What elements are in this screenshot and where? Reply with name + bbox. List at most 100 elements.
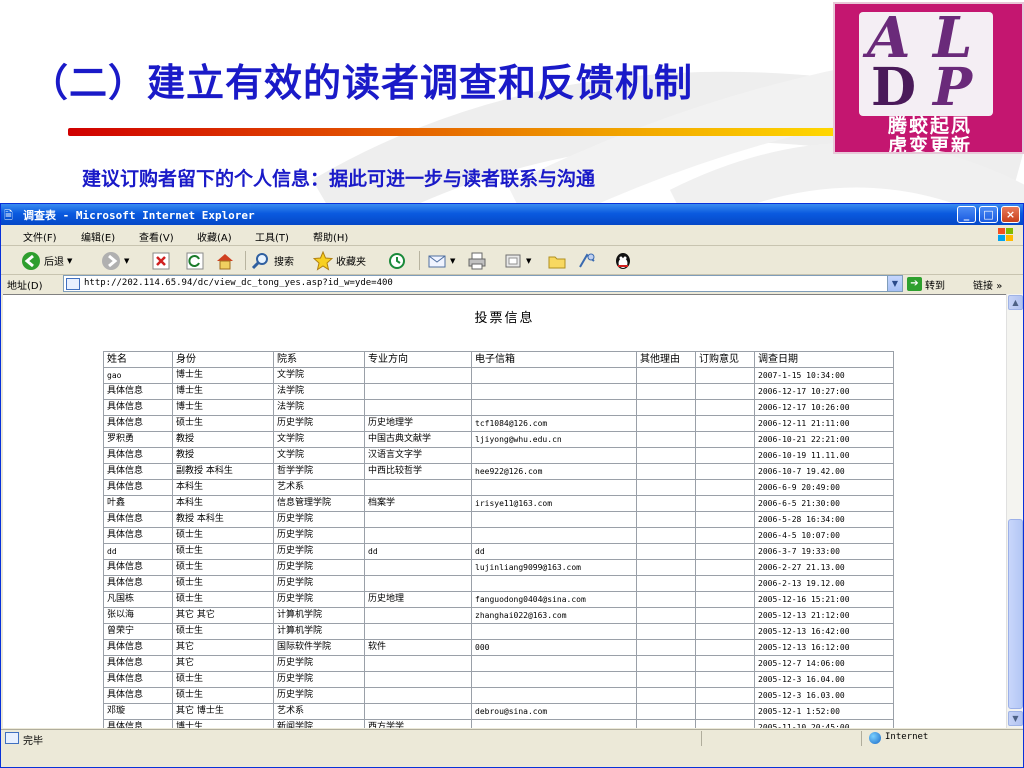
table-cell: 汉语言文字学 [365, 448, 471, 463]
table-cell [696, 720, 754, 728]
menu-tools[interactable]: 工具(T) [255, 229, 289, 244]
search-button[interactable]: 搜索 [251, 250, 294, 271]
table-cell [696, 400, 754, 415]
table-cell [472, 528, 636, 543]
column-header: 院系 [274, 352, 364, 367]
history-button[interactable] [387, 250, 407, 271]
folder-button[interactable] [547, 250, 567, 271]
go-arrow-icon: ➔ [907, 277, 922, 291]
standard-toolbar: 后退 ▼ ▼ 搜索 收藏夹 ▼ ▼ [1, 246, 1023, 275]
logo-motto-line1: 腾蛟起凤 [887, 115, 972, 137]
table-cell [696, 560, 754, 575]
forward-button[interactable]: ▼ [101, 250, 129, 271]
table-cell: 硕士生 [173, 624, 273, 639]
table-cell: 中国古典文献学 [365, 432, 471, 447]
table-cell [365, 608, 471, 623]
table-row: 曾荣宁 硕士生 计算机学院 2005-12-13 16:42:00 [104, 624, 893, 639]
table-cell [365, 576, 471, 591]
menu-help[interactable]: 帮助(H) [313, 229, 348, 244]
back-label: 后退 [44, 257, 64, 268]
address-dropdown-icon[interactable]: ▼ [887, 276, 902, 291]
table-cell [637, 688, 695, 703]
menu-favorites[interactable]: 收藏(A) [197, 229, 232, 244]
messenger-button[interactable] [577, 250, 597, 271]
table-cell [696, 464, 754, 479]
messenger-icon [579, 252, 595, 268]
table-row: 具体信息 硕士生 历史学院 2006-4-5 10:07:00 [104, 528, 893, 543]
column-header: 调查日期 [755, 352, 893, 367]
table-row: 具体信息 教授 本科生 历史学院 2006-5-28 16:34:00 [104, 512, 893, 527]
home-button[interactable] [215, 250, 235, 271]
back-button[interactable]: 后退 ▼ [21, 250, 72, 271]
table-cell: 2006-4-5 10:07:00 [755, 528, 893, 543]
qq-button[interactable] [613, 250, 633, 271]
links-label: 链接 [973, 281, 993, 292]
table-cell: 2006-6-5 21:30:00 [755, 496, 893, 511]
table-cell: 2006-10-7 19.42.00 [755, 464, 893, 479]
table-cell [472, 368, 636, 383]
edit-button[interactable]: ▼ [503, 250, 531, 271]
table-cell: 硕士生 [173, 672, 273, 687]
table-cell: 其它 [173, 640, 273, 655]
table-cell: 文学院 [274, 448, 364, 463]
slide-subtitle: 建议订购者留下的个人信息：据此可进一步与读者联系与沟通 [82, 168, 596, 190]
go-button[interactable]: ➔ 转到 [907, 276, 945, 292]
window-titlebar[interactable]: 🗎 调查表 - Microsoft Internet Explorer _ □ … [1, 204, 1023, 225]
maximize-button[interactable]: □ [979, 206, 998, 223]
menu-edit[interactable]: 编辑(E) [81, 229, 115, 244]
table-cell: 法学院 [274, 384, 364, 399]
status-text: 完毕 [23, 736, 43, 747]
table-cell [472, 688, 636, 703]
mail-button[interactable]: ▼ [427, 250, 455, 271]
refresh-button[interactable] [185, 250, 205, 271]
table-cell: 2006-10-21 22:21:00 [755, 432, 893, 447]
table-row: 具体信息 硕士生 历史学院 2005-12-3 16.03.00 [104, 688, 893, 703]
table-cell [696, 544, 754, 559]
minimize-button[interactable]: _ [957, 206, 976, 223]
table-cell: 具体信息 [104, 656, 172, 671]
table-cell [637, 512, 695, 527]
table-cell: 历史学院 [274, 416, 364, 431]
table-row: 具体信息 其它 历史学院 2005-12-7 14:06:00 [104, 656, 893, 671]
table-cell: 计算机学院 [274, 608, 364, 623]
table-cell: 2006-5-28 16:34:00 [755, 512, 893, 527]
table-cell: 张以海 [104, 608, 172, 623]
scroll-down-icon[interactable]: ▼ [1008, 711, 1023, 726]
table-cell: 历史学院 [274, 528, 364, 543]
scrollbar-thumb[interactable] [1008, 519, 1023, 709]
status-page-icon [5, 732, 19, 744]
search-label: 搜索 [274, 257, 294, 268]
history-icon [389, 252, 405, 269]
table-cell: 2005-12-13 21:12:00 [755, 608, 893, 623]
table-cell [696, 496, 754, 511]
table-cell [637, 496, 695, 511]
menu-file[interactable]: 文件(F) [23, 229, 57, 244]
close-button[interactable]: × [1001, 206, 1020, 223]
table-cell [696, 640, 754, 655]
scroll-up-icon[interactable]: ▲ [1008, 295, 1023, 310]
stop-button[interactable] [151, 250, 171, 271]
table-row: gao 博士生 文学院 2007-1-15 10:34:00 [104, 368, 893, 383]
table-cell: 2005-12-16 15:21:00 [755, 592, 893, 607]
table-cell: 凡国栋 [104, 592, 172, 607]
column-header: 专业方向 [365, 352, 471, 367]
table-cell [472, 384, 636, 399]
table-cell: 具体信息 [104, 400, 172, 415]
menu-view[interactable]: 查看(V) [139, 229, 174, 244]
table-cell: 博士生 [173, 384, 273, 399]
table-cell: 艺术系 [274, 704, 364, 719]
table-cell [696, 688, 754, 703]
table-cell: 教授 本科生 [173, 512, 273, 527]
table-cell: 哲学学院 [274, 464, 364, 479]
print-button[interactable] [467, 250, 487, 271]
links-button[interactable]: 链接 » [973, 277, 1002, 292]
address-input[interactable]: http://202.114.65.94/dc/view_dc_tong_yes… [63, 275, 903, 292]
page-content: 投票信息 姓名 身份 院系 专业方向 电子信箱 其他理由 订购意见 调查日期 gao 博士生 文学… [3, 294, 1006, 728]
security-zone-text: Internet [885, 732, 929, 742]
stop-icon [152, 252, 170, 269]
go-label: 转到 [925, 280, 945, 292]
favorites-button[interactable]: 收藏夹 [313, 250, 366, 271]
vertical-scrollbar[interactable]: ▲ ▼ [1006, 294, 1023, 728]
table-cell [365, 704, 471, 719]
table-cell [637, 592, 695, 607]
